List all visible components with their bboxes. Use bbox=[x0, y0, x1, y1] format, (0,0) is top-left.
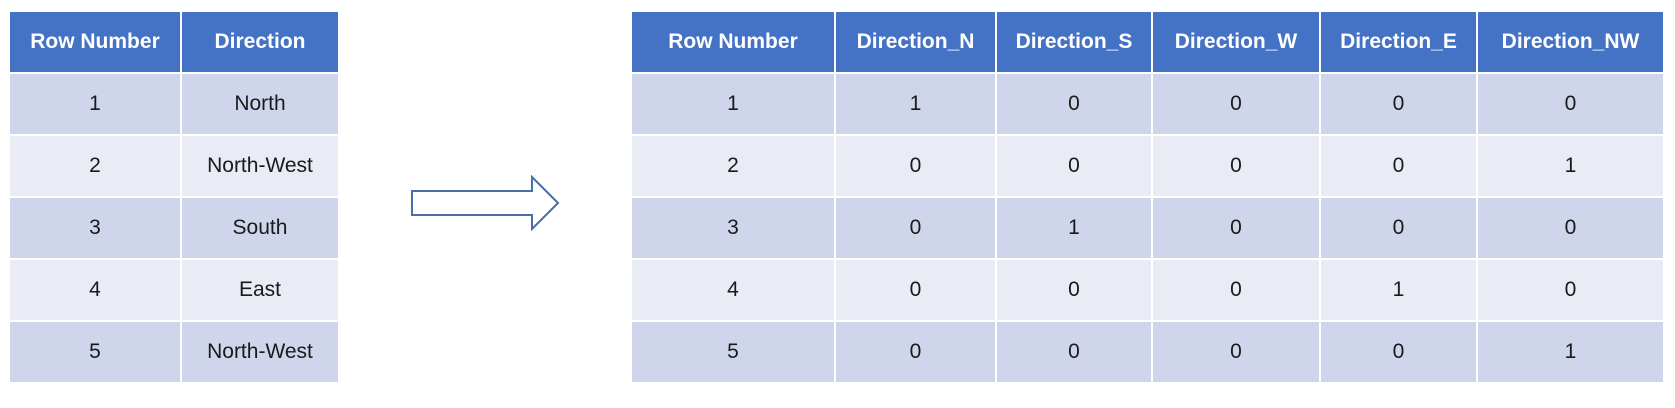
table-cell: 0 bbox=[1476, 72, 1665, 136]
table-cell: 0 bbox=[995, 320, 1153, 384]
table-cell: 1 bbox=[995, 196, 1153, 260]
table-cell: 0 bbox=[1319, 196, 1478, 260]
table-cell: 0 bbox=[834, 196, 997, 260]
table-cell: 0 bbox=[834, 134, 997, 198]
table-cell: 4 bbox=[8, 258, 182, 322]
column-header-row-number: Row Number bbox=[8, 10, 182, 74]
one-hot-encoded-table: Row Number Direction_N Direction_S Direc… bbox=[630, 10, 1665, 384]
table-cell: 0 bbox=[1151, 72, 1321, 136]
table-cell: 5 bbox=[8, 320, 182, 384]
table-cell: 4 bbox=[630, 258, 836, 322]
table-row: 1 North bbox=[8, 72, 340, 136]
column-header-row-number: Row Number bbox=[630, 10, 836, 74]
table-cell: 0 bbox=[1151, 196, 1321, 260]
table-row: 3 0 1 0 0 0 bbox=[630, 196, 1665, 260]
table-cell: South bbox=[180, 196, 340, 260]
header-row: Row Number Direction_N Direction_S Direc… bbox=[630, 10, 1665, 74]
table-cell: 1 bbox=[8, 72, 182, 136]
table-cell: 2 bbox=[630, 134, 836, 198]
table-row: 5 0 0 0 0 1 bbox=[630, 320, 1665, 384]
table-cell: North bbox=[180, 72, 340, 136]
table-cell: 0 bbox=[834, 258, 997, 322]
column-header-direction-s: Direction_S bbox=[995, 10, 1153, 74]
table-cell: 3 bbox=[630, 196, 836, 260]
table-row: 4 0 0 0 1 0 bbox=[630, 258, 1665, 322]
column-header-direction-e: Direction_E bbox=[1319, 10, 1478, 74]
table-cell: 0 bbox=[995, 134, 1153, 198]
table-row: 1 1 0 0 0 0 bbox=[630, 72, 1665, 136]
table-cell: 0 bbox=[1476, 258, 1665, 322]
table-row: 3 South bbox=[8, 196, 340, 260]
column-header-direction-w: Direction_W bbox=[1151, 10, 1321, 74]
table-cell: 1 bbox=[1476, 320, 1665, 384]
header-row: Row Number Direction bbox=[8, 10, 340, 74]
table-cell: 3 bbox=[8, 196, 182, 260]
table-row: 2 North-West bbox=[8, 134, 340, 198]
column-header-direction-nw: Direction_NW bbox=[1476, 10, 1665, 74]
table-cell: 0 bbox=[1151, 320, 1321, 384]
table-cell: 2 bbox=[8, 134, 182, 198]
table-row: 4 East bbox=[8, 258, 340, 322]
right-arrow-icon bbox=[411, 175, 560, 231]
table-cell: 0 bbox=[1319, 72, 1478, 136]
table-cell: 0 bbox=[1319, 320, 1478, 384]
table-row: 5 North-West bbox=[8, 320, 340, 384]
table-row: 2 0 0 0 0 1 bbox=[630, 134, 1665, 198]
table-cell: 1 bbox=[630, 72, 836, 136]
table-cell: North-West bbox=[180, 320, 340, 384]
table-cell: 0 bbox=[1151, 134, 1321, 198]
table-cell: 0 bbox=[1476, 196, 1665, 260]
table-cell: North-West bbox=[180, 134, 340, 198]
table-cell: 0 bbox=[995, 258, 1153, 322]
table-cell: 0 bbox=[1151, 258, 1321, 322]
source-table: Row Number Direction 1 North 2 North-Wes… bbox=[8, 10, 340, 384]
table-cell: 1 bbox=[1319, 258, 1478, 322]
table-cell: 5 bbox=[630, 320, 836, 384]
table-cell: 1 bbox=[834, 72, 997, 136]
table-cell: 0 bbox=[1319, 134, 1478, 198]
column-header-direction: Direction bbox=[180, 10, 340, 74]
column-header-direction-n: Direction_N bbox=[834, 10, 997, 74]
table-cell: East bbox=[180, 258, 340, 322]
table-cell: 0 bbox=[834, 320, 997, 384]
table-cell: 0 bbox=[995, 72, 1153, 136]
table-cell: 1 bbox=[1476, 134, 1665, 198]
